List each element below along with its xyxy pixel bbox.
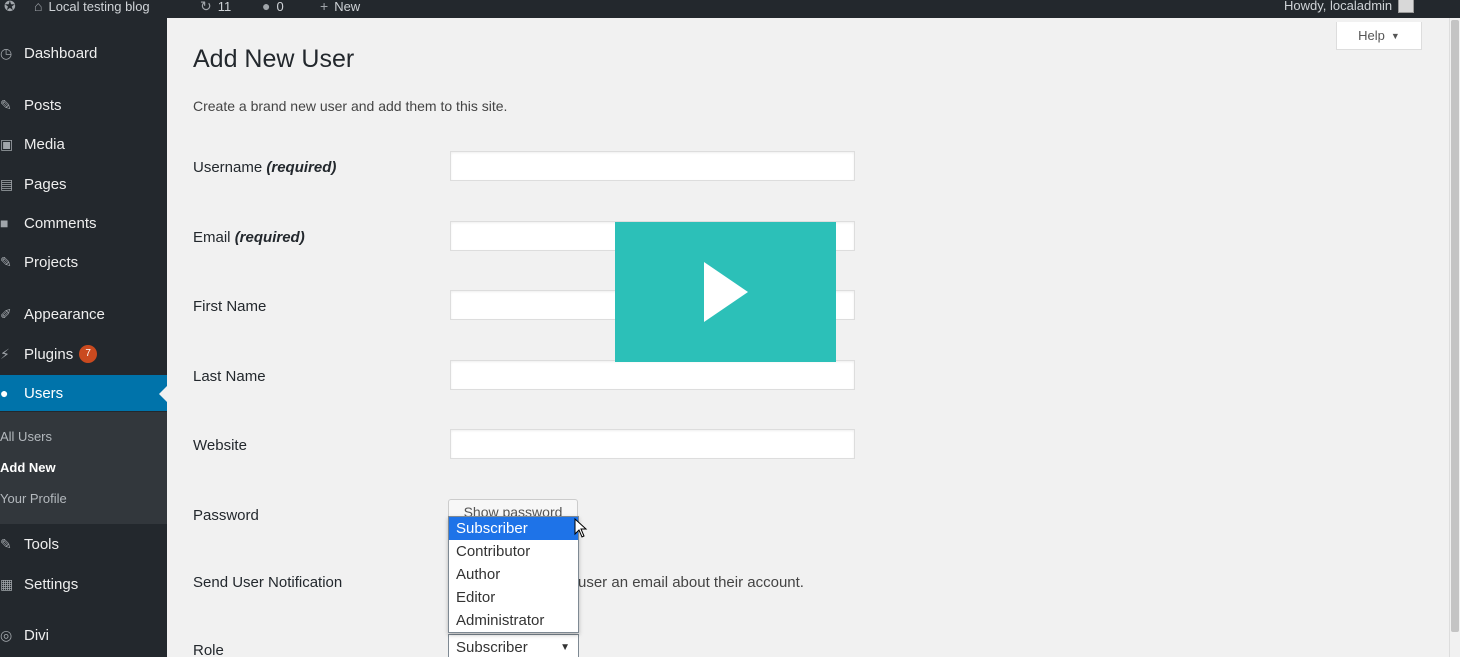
plus-icon: + [320, 0, 329, 14]
caret-down-icon: ▼ [1390, 30, 1400, 41]
last-name-input[interactable] [450, 360, 855, 390]
role-label: Role [193, 642, 224, 657]
mouse-cursor-icon [574, 518, 588, 538]
settings-icon: ▦ [0, 575, 14, 592]
updates-count: 11 [217, 0, 232, 14]
divi-icon: ◎ [0, 626, 13, 643]
caret-down-icon: ▼ [560, 642, 570, 653]
updates-link[interactable]: ↻ 11 [200, 0, 231, 15]
website-label: Website [193, 437, 247, 454]
sidebar-item-divi[interactable]: ◎ Divi [0, 617, 167, 653]
email-label: Email (required) [193, 229, 305, 246]
sidebar-item-label: Comments [24, 214, 97, 232]
sidebar-item-label: Appearance [24, 305, 105, 323]
comment-bubble-icon: ● [262, 0, 271, 14]
site-name: Local testing blog [48, 0, 150, 14]
brush-icon: ✐ [0, 305, 12, 322]
sidebar-item-media[interactable]: ▣ Media [0, 126, 167, 162]
sidebar-item-users[interactable]: ● Users [0, 375, 167, 411]
sidebar-item-dashboard[interactable]: ◷ Dashboard [0, 35, 167, 71]
video-play-button[interactable] [615, 222, 836, 362]
role-option-author[interactable]: Author [449, 563, 578, 586]
first-name-label: First Name [193, 298, 267, 315]
email-label-text: Email [193, 229, 231, 246]
role-select[interactable]: Subscriber ▼ [448, 634, 579, 657]
home-icon: ⌂ [34, 0, 43, 14]
plugins-update-badge: 7 [79, 345, 98, 363]
comments-count: 0 [276, 0, 284, 14]
admin-bar: ✪ ⌂ Local testing blog ↻ 11 ● 0 + New Ho… [0, 0, 1460, 18]
page-description: Create a brand new user and add them to … [193, 98, 508, 114]
website-input[interactable] [450, 429, 855, 459]
sidebar-item-label: Dashboard [24, 44, 98, 62]
admin-sidebar: ◷ Dashboard ✎ Posts ▣ Media ▤ Pages ■ Co… [0, 18, 167, 657]
sidebar-item-tools[interactable]: ✎ Tools [0, 526, 167, 562]
sidebar-item-comments[interactable]: ■ Comments [0, 205, 167, 241]
required-note: (required) [266, 159, 337, 176]
sidebar-item-projects[interactable]: ✎ Projects [0, 244, 167, 280]
sidebar-item-label: Divi [24, 626, 49, 644]
sidebar-item-label: Media [24, 135, 65, 153]
sidebar-item-label: Tools [24, 535, 60, 553]
required-note: (required) [234, 229, 305, 246]
plug-icon: ⚡ [0, 345, 10, 362]
submenu-add-new[interactable]: Add New [0, 460, 56, 475]
page-title: Add New User [193, 45, 355, 73]
username-input[interactable] [450, 151, 855, 181]
new-label: New [334, 0, 361, 14]
play-icon [703, 262, 748, 322]
page-icon: ▤ [0, 175, 14, 192]
pin-icon: ✎ [0, 253, 12, 270]
sidebar-item-label: Projects [24, 253, 79, 271]
user-icon: ● [0, 385, 9, 401]
new-content-link[interactable]: + New [320, 0, 360, 14]
role-option-subscriber[interactable]: Subscriber [449, 517, 578, 540]
send-notification-text: user an email about their account. [578, 574, 804, 591]
submenu-your-profile[interactable]: Your Profile [0, 491, 67, 506]
updates-icon: ↻ [200, 0, 212, 14]
scrollbar-thumb[interactable] [1451, 20, 1459, 632]
send-notification-label: Send User Notification [193, 574, 343, 591]
sidebar-item-posts[interactable]: ✎ Posts [0, 87, 167, 123]
help-tab-button[interactable]: Help ▼ [1336, 22, 1422, 50]
sidebar-item-pages[interactable]: ▤ Pages [0, 166, 167, 202]
password-label: Password [193, 507, 259, 524]
account-menu[interactable]: Howdy, localadmin [1284, 0, 1415, 13]
pin-icon: ✎ [0, 96, 12, 113]
howdy-greeting: Howdy, localadmin [1284, 0, 1393, 13]
username-label: Username (required) [193, 159, 336, 176]
role-dropdown-list: Subscriber Contributor Author Editor Adm… [448, 516, 579, 633]
role-selected-value: Subscriber [456, 639, 528, 656]
wordpress-logo-icon[interactable]: ✪ [4, 0, 16, 15]
media-icon: ▣ [0, 135, 14, 152]
comments-link[interactable]: ● 0 [262, 0, 284, 14]
wrench-icon: ✎ [0, 535, 12, 552]
username-label-text: Username [193, 159, 263, 176]
sidebar-item-label: Users [24, 384, 64, 402]
last-name-label: Last Name [193, 368, 266, 385]
sidebar-item-appearance[interactable]: ✐ Appearance [0, 296, 167, 332]
submenu-all-users[interactable]: All Users [0, 429, 52, 444]
sidebar-item-plugins[interactable]: ⚡ Plugins 7 [0, 336, 167, 372]
help-tab-label: Help [1358, 28, 1385, 43]
comment-icon: ■ [0, 215, 9, 231]
sidebar-item-settings[interactable]: ▦ Settings [0, 566, 167, 602]
sidebar-item-label: Pages [24, 175, 67, 193]
sidebar-item-label: Plugins [24, 345, 74, 363]
role-option-administrator[interactable]: Administrator [449, 609, 578, 632]
avatar [1398, 0, 1415, 13]
sidebar-item-label: Settings [24, 575, 79, 593]
site-name-link[interactable]: ⌂ Local testing blog [34, 0, 150, 14]
role-option-editor[interactable]: Editor [449, 586, 578, 609]
users-submenu: All Users Add New Your Profile [0, 412, 167, 524]
dashboard-icon: ◷ [0, 44, 13, 61]
sidebar-item-label: Posts [24, 96, 62, 114]
role-option-contributor[interactable]: Contributor [449, 540, 578, 563]
